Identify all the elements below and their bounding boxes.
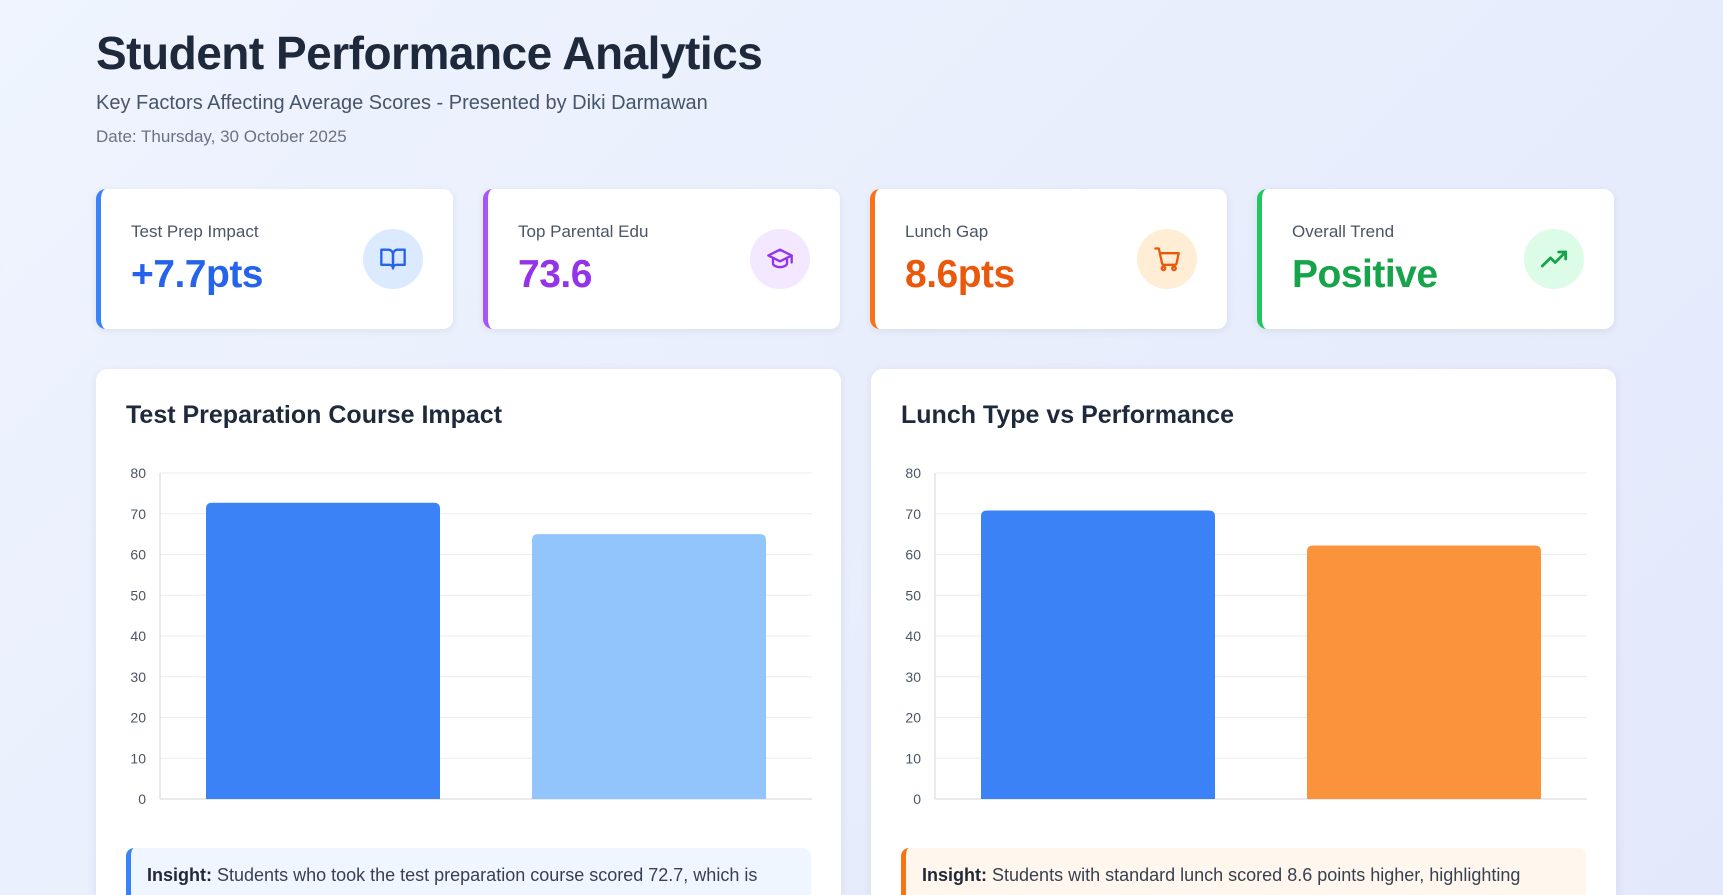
page-title: Student Performance Analytics	[96, 27, 763, 79]
y-tick-label: 30	[130, 669, 146, 685]
kpi-value: 8.6pts	[905, 253, 1015, 296]
y-tick-label: 30	[905, 669, 921, 685]
bar-chart-lunch-type: 01020304050607080StandardFree/Reduced	[905, 465, 1587, 807]
insight-label: Insight:	[147, 865, 212, 885]
kpi-value: 73.6	[518, 253, 592, 296]
report-date: Date: Thursday, 30 October 2025	[96, 127, 347, 146]
y-tick-label: 40	[905, 628, 921, 644]
bar[interactable]	[206, 502, 440, 799]
chart-card-lunch-type: Lunch Type vs Performance 0 10 20 30 40 50 60 7…	[871, 369, 1616, 895]
y-tick-label: 50	[130, 587, 146, 603]
insight-box: Insight: Students with standard lunch sc…	[901, 848, 1586, 895]
kpi-label: Overall Trend	[1292, 222, 1395, 241]
book-open-icon	[363, 229, 423, 289]
kpi-card-lunch-gap: Lunch Gap 8.6pts	[870, 189, 1227, 329]
y-tick-label: 80	[905, 465, 921, 481]
y-tick-label: 20	[130, 710, 146, 726]
kpi-label: Test Prep Impact	[131, 222, 259, 241]
y-tick-label: 50	[905, 587, 921, 603]
chart-title: Test Preparation Course Impact	[126, 401, 503, 429]
kpi-value: +7.7pts	[131, 253, 264, 296]
trending-up-icon	[1524, 229, 1584, 289]
bar[interactable]	[532, 534, 766, 799]
y-tick-label: 40	[130, 628, 146, 644]
y-tick-label: 60	[130, 547, 146, 563]
insight-box: Insight: Students who took the test prep…	[126, 848, 811, 895]
chart-card-test-prep: Test Preparation Course Impact 0 10 20 30 40…	[96, 369, 841, 895]
page-subtitle: Key Factors Affecting Average Scores - P…	[96, 92, 708, 114]
y-tick-label: 10	[905, 750, 921, 766]
y-tick-label: 10	[130, 750, 146, 766]
kpi-label: Lunch Gap	[905, 222, 989, 241]
insight-text: Students with standard lunch scored 8.6 …	[992, 865, 1521, 885]
y-tick-label: 60	[905, 547, 921, 563]
insight-label: Insight:	[922, 865, 987, 885]
y-tick-label: 20	[905, 710, 921, 726]
kpi-card-parental-edu: Top Parental Edu 73.6	[483, 189, 840, 329]
y-tick-label: 70	[905, 506, 921, 522]
bar-chart-test-prep: 01020304050607080CompletedNone	[130, 465, 812, 807]
y-tick-label: 70	[130, 506, 146, 522]
kpi-label: Top Parental Edu	[518, 222, 649, 241]
kpi-card-overall-trend: Overall Trend Positive	[1257, 189, 1614, 329]
kpi-value: Positive	[1292, 253, 1438, 296]
bar[interactable]	[1307, 545, 1541, 799]
chart-title: Lunch Type vs Performance	[901, 401, 1234, 429]
kpi-card-test-prep: Test Prep Impact +7.7pts	[96, 189, 453, 329]
graduation-cap-icon	[750, 229, 810, 289]
bar[interactable]	[981, 510, 1215, 799]
insight-text: Students who took the test preparation c…	[217, 865, 758, 885]
shopping-cart-icon	[1137, 229, 1197, 289]
y-tick-label: 0	[138, 791, 146, 807]
y-tick-label: 0	[913, 791, 921, 807]
y-tick-label: 80	[130, 465, 146, 481]
